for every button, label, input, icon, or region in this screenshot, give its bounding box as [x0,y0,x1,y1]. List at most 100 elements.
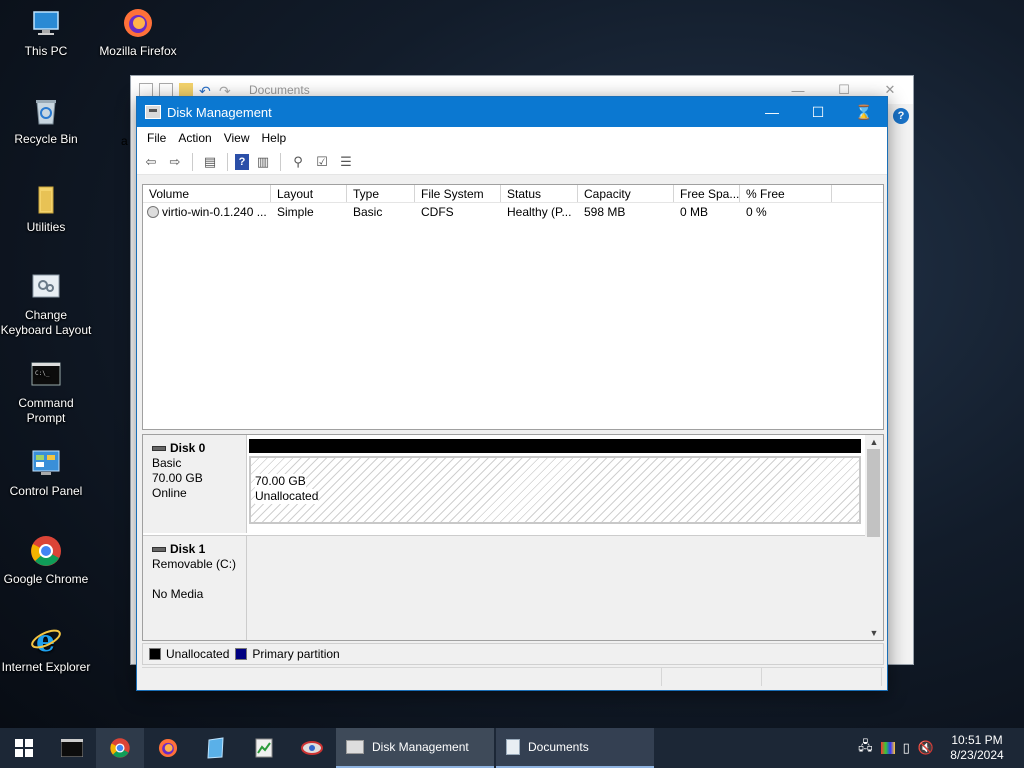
status-bar [142,667,884,686]
desktop-icon-firefox[interactable]: Mozilla Firefox [92,6,184,59]
scroll-up-icon[interactable]: ▲ [865,435,883,449]
check-icon[interactable] [159,83,173,97]
disk-0-label[interactable]: Disk 0 Basic 70.00 GB Online [143,435,247,533]
check-icon[interactable]: ☑ [312,152,332,172]
unallocated-partition[interactable]: 70.00 GB Unallocated [249,456,861,524]
column-header-percent-free[interactable]: % Free [740,185,832,202]
column-header-file-system[interactable]: File System [415,185,501,202]
control-panel-icon [29,446,63,480]
minimize-button[interactable]: — [749,97,795,127]
desktop-icon-change-keyboard-layout[interactable]: Change Keyboard Layout [0,270,92,338]
properties-icon[interactable] [139,83,153,97]
legend-item-unallocated: Unallocated [149,647,229,661]
table-row[interactable]: virtio-win-0.1.240 ... Simple Basic CDFS… [143,203,883,221]
desktop-icon-label: Recycle Bin [14,132,78,146]
cell-file-system: CDFS [421,205,454,219]
taskbar-command-prompt[interactable] [48,728,96,768]
column-header-layout[interactable]: Layout [271,185,347,202]
desktop-icon-label: Command Prompt [18,396,74,425]
volume-muted-icon[interactable]: 🔇 [918,740,934,756]
desktop-icon-control-panel[interactable]: Control Panel [0,446,92,499]
disk-management-window[interactable]: Disk Management — ☐ ⌛ File Action View H… [136,96,888,691]
legend-label: Primary partition [252,647,340,661]
help-icon[interactable]: ? [235,153,249,170]
taskbar-window-label: Documents [528,740,589,754]
column-header-type[interactable]: Type [347,185,415,202]
documents-scrollbar[interactable] [887,104,913,664]
column-header-volume[interactable]: Volume [143,185,271,202]
taskbar-app-1[interactable] [192,728,240,768]
menu-bar: File Action View Help [137,127,887,149]
desktop-icon-label: Internet Explorer [1,660,91,674]
redo-icon[interactable]: ↷ [219,83,233,99]
column-header-status[interactable]: Status [501,185,578,202]
clock[interactable]: 10:51 PM 8/23/2024 [942,733,1012,763]
desktop-icon-label: Change Keyboard Layout [0,308,92,337]
help-icon[interactable]: ? [893,108,909,124]
volume-list[interactable]: Volume Layout Type File System Status Ca… [142,184,884,430]
desktop-icon-internet-explorer[interactable]: e Internet Explorer [0,622,92,675]
maximize-button[interactable]: ☐ [795,97,841,127]
cell-capacity: 598 MB [584,205,626,219]
disk-0-row[interactable]: Disk 0 Basic 70.00 GB Online 70.00 GB Un… [143,435,865,533]
disk-1-state: No Media [152,587,204,601]
clock-date: 8/23/2024 [950,748,1004,762]
desktop-icon-google-chrome[interactable]: Google Chrome [0,534,92,587]
disk-view-scrollbar[interactable]: ▲ ▼ [865,435,883,640]
cell-status: Healthy (P... [507,205,572,219]
menu-view[interactable]: View [218,131,256,145]
partition-size: 70.00 GB [255,474,306,489]
documents-window-title: Documents [249,83,310,97]
desktop-icon-utilities[interactable]: Utilities [0,182,92,235]
taskbar-window-disk-management[interactable]: Disk Management [336,728,494,768]
taskbar-app-2[interactable] [240,728,288,768]
taskbar-window-documents[interactable]: Documents [496,728,654,768]
back-icon[interactable]: ⇦ [141,152,161,172]
disk-1-partition-area [247,536,865,640]
disk-icon [152,446,166,451]
column-header-capacity[interactable]: Capacity [578,185,674,202]
properties-icon[interactable]: ☰ [336,152,356,172]
cell-free-space: 0 MB [680,205,709,219]
cell-percent-free: 0 % [746,205,767,219]
close-button[interactable]: ⌛ [841,97,887,127]
cell-layout: Simple [277,205,314,219]
legend-swatch [235,648,248,660]
clock-time: 10:51 PM [951,733,1003,747]
disk-1-label[interactable]: Disk 1 Removable (C:) No Media [143,536,247,640]
connect-icon[interactable]: ⚲ [288,152,308,172]
disk-0-size: 70.00 GB [152,471,203,485]
desktop-icon-label: Google Chrome [3,572,89,586]
undo-icon[interactable]: ↶ [199,83,213,99]
network-icon[interactable]: 🖧 [858,737,873,759]
menu-help[interactable]: Help [256,131,293,145]
action-pane-icon[interactable]: ▥ [253,152,273,172]
disk-0-name: Disk 0 [170,441,206,455]
forward-icon[interactable]: ⇨ [165,152,185,172]
scroll-thumb[interactable] [867,449,880,537]
display-icon[interactable] [880,742,895,754]
disk-1-row[interactable]: Disk 1 Removable (C:) No Media [143,535,865,640]
scroll-down-icon[interactable]: ▼ [865,626,883,640]
legend: Unallocated Primary partition [142,643,884,665]
taskbar-app-3[interactable] [288,728,336,768]
unallocated-bar [249,439,861,453]
folder-icon[interactable] [179,83,193,97]
taskbar-chrome[interactable] [96,728,144,768]
notebook-icon [207,737,224,759]
menu-action[interactable]: Action [172,131,217,145]
show-hide-console-tree-icon[interactable]: ▤ [200,152,220,172]
start-button[interactable] [0,728,48,768]
desktop-icon-command-prompt[interactable]: C:\_ Command Prompt [0,358,92,426]
menu-file[interactable]: File [141,131,172,145]
disk-graphical-view[interactable]: Disk 0 Basic 70.00 GB Online 70.00 GB Un… [142,434,884,641]
usb-icon[interactable]: ▯ [903,740,910,756]
desktop-icon-this-pc[interactable]: This PC [0,6,92,59]
windows-logo-icon [15,739,33,757]
desktop-icon-label: This PC [24,44,68,58]
desktop-icon-recycle-bin[interactable]: Recycle Bin [0,94,92,147]
cell-type: Basic [353,205,383,219]
taskbar-firefox[interactable] [144,728,192,768]
column-header-free-space[interactable]: Free Spa... [674,185,740,202]
cell-volume-text: virtio-win-0.1.240 ... [162,205,267,219]
